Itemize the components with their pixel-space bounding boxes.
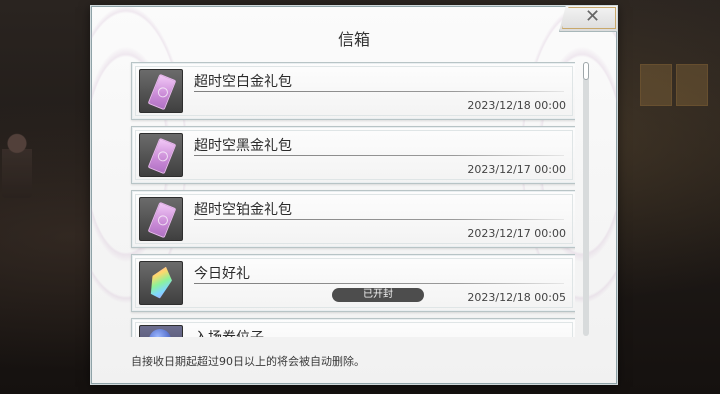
mail-title: 超时空黑金礼包: [194, 138, 292, 154]
mail-date: 2023/12/18 00:05: [467, 291, 566, 304]
divider: [194, 155, 564, 156]
close-button[interactable]: ✕: [559, 6, 617, 32]
mail-item[interactable]: 今日好礼 已开封 2023/12/18 00:05: [131, 254, 575, 312]
scrollbar[interactable]: [583, 62, 589, 336]
mail-title: 今日好礼: [194, 266, 250, 282]
divider: [194, 219, 564, 220]
background-window: [640, 64, 672, 106]
mail-item[interactable]: 超时空白金礼包 2023/12/18 00:00: [131, 62, 575, 120]
divider: [194, 283, 564, 284]
mail-item[interactable]: 入场券位子: [131, 318, 575, 337]
close-icon: ✕: [585, 6, 601, 27]
mail-title: 超时空铂金礼包: [194, 202, 292, 218]
mail-title: 超时空白金礼包: [194, 74, 292, 90]
divider: [194, 91, 564, 92]
mail-item[interactable]: 超时空黑金礼包 2023/12/17 00:00: [131, 126, 575, 184]
opened-badge: 已开封: [332, 288, 424, 302]
background-window: [676, 64, 708, 106]
item-icon-frame: [139, 261, 183, 305]
item-icon-frame: [139, 69, 183, 113]
crystal-icon: [147, 264, 176, 301]
modal-title: 信箱: [337, 30, 370, 49]
mail-item[interactable]: 超时空铂金礼包 2023/12/17 00:00: [131, 190, 575, 248]
mail-date: 2023/12/18 00:00: [467, 99, 566, 112]
item-icon-frame: [139, 325, 183, 337]
ticket-icon: [147, 137, 177, 175]
background-character: [2, 128, 32, 198]
auto-delete-notice: 自接收日期起超过90日以上的将会被自动删除。: [131, 355, 365, 368]
orb-icon: [149, 329, 171, 337]
item-icon-frame: [139, 197, 183, 241]
mail-title: 入场券位子: [194, 327, 264, 337]
mail-list[interactable]: 超时空白金礼包 2023/12/18 00:00 超时空黑金礼包 2023/12…: [129, 62, 575, 337]
scrollbar-thumb[interactable]: [583, 62, 589, 80]
mail-date: 2023/12/17 00:00: [467, 227, 566, 240]
ticket-icon: [147, 73, 177, 111]
mail-date: 2023/12/17 00:00: [467, 163, 566, 176]
mailbox-modal: 信箱 ✕ 超时空白金礼包 2023/12/18 00:00 超时空黑金礼包 20…: [90, 5, 618, 385]
item-icon-frame: [139, 133, 183, 177]
ticket-icon: [147, 201, 177, 239]
